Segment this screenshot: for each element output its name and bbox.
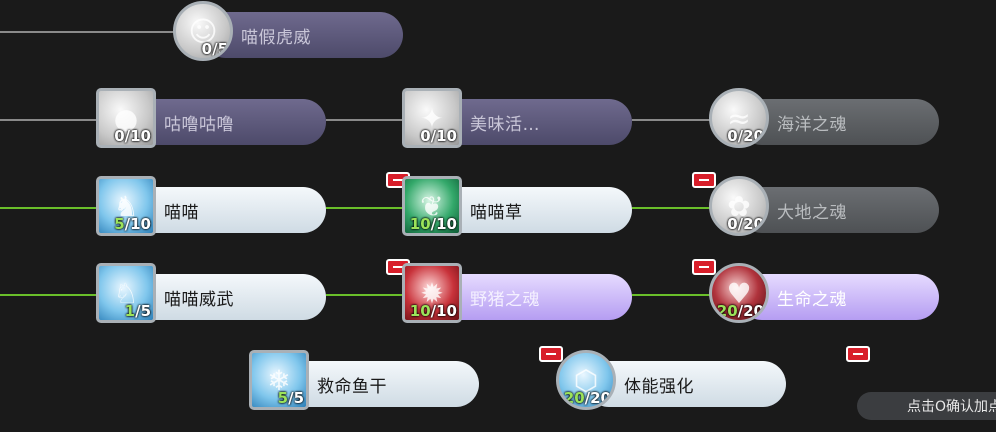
skill-name: 咕噜咕噜 (164, 114, 234, 135)
bubbles-icon: ● 0/10 (96, 88, 156, 148)
minus-point-button[interactable] (846, 346, 870, 362)
skill-node-miao-miao-wei-wu[interactable]: 喵喵威武 ♘ 1/5 (96, 259, 410, 327)
skill-link-line (0, 294, 100, 296)
skill-level: 5/5 (277, 389, 304, 407)
skill-level: 0/5 (201, 40, 228, 58)
skill-name: 体能强化 (624, 376, 694, 397)
skill-level: 0/10 (420, 127, 457, 145)
skill-name-bar: 救命鱼干 (279, 361, 479, 407)
skill-node-sheng-ming-zhi-hun[interactable]: 生命之魂 ♥ 20/20 (709, 263, 996, 327)
wave-icon: ≈ 0/20 (709, 88, 769, 148)
skill-level: 0/20 (727, 127, 764, 145)
cat-pounce-icon: ♘ 1/5 (96, 263, 156, 323)
skill-link-line (0, 119, 100, 121)
skill-name: 野猪之魂 (470, 289, 540, 310)
skill-level: 20/20 (716, 302, 764, 320)
skill-node-ye-zhu-zhi-hun[interactable]: 野猪之魂 ✹ 10/10 (402, 259, 716, 327)
body-shield-icon: ⬡ 20/20 (556, 350, 616, 410)
confirm-points-hint[interactable]: 点击O确认加点 (857, 392, 996, 420)
skill-link-line (0, 207, 100, 209)
cat-face-icon: ☺ 0/5 (173, 1, 233, 61)
skill-name-bar: 喵假虎威 (203, 12, 403, 58)
flower-icon: ✿ 0/20 (709, 176, 769, 236)
skill-name-bar: 咕噜咕噜 (126, 99, 326, 145)
skill-name: 大地之魂 (777, 202, 847, 223)
skill-node-mei-wei-huo[interactable]: 美味活… ✦ 0/10 (402, 88, 712, 152)
skill-name-bar: 海洋之魂 (739, 99, 939, 145)
skill-name-bar: 野猪之魂 (432, 274, 632, 320)
skill-name-bar: 喵喵 (126, 187, 326, 233)
skill-level: 20/20 (563, 389, 611, 407)
skill-name-bar: 生命之魂 (739, 274, 939, 320)
dried-fish-icon: ❄ 5/5 (249, 350, 309, 410)
skill-name: 生命之魂 (777, 289, 847, 310)
skill-name: 喵假虎威 (241, 27, 311, 48)
skill-node-hai-yang-zhi-hun[interactable]: 海洋之魂 ≈ 0/20 (709, 88, 996, 152)
heart-icon: ♥ 20/20 (709, 263, 769, 323)
skill-node-miao-jia-hu-wei[interactable]: 喵假虎威 ☺ 0/5 (173, 1, 483, 65)
skill-level: 1/5 (124, 302, 151, 320)
skill-name: 救命鱼干 (317, 376, 387, 397)
skill-name: 美味活… (470, 114, 540, 135)
skill-level: 10/10 (409, 302, 457, 320)
boar-icon: ✹ 10/10 (402, 263, 462, 323)
skill-node-jiu-ming-yu-gan[interactable]: 救命鱼干 ❄ 5/5 (249, 346, 563, 414)
catnip-leaf-icon: ❦ 10/10 (402, 176, 462, 236)
skill-name-bar: 大地之魂 (739, 187, 939, 233)
skill-name: 喵喵草 (470, 202, 523, 223)
skill-level: 0/10 (114, 127, 151, 145)
fish-school-icon: ✦ 0/10 (402, 88, 462, 148)
skill-level: 0/20 (727, 215, 764, 233)
skill-name-bar: 美味活… (432, 99, 632, 145)
cats-icon: ♞ 5/10 (96, 176, 156, 236)
skill-name-bar: 体能强化 (586, 361, 786, 407)
skill-node-ti-neng-qiang-hua[interactable]: 体能强化 ⬡ 20/20 (556, 346, 870, 414)
skill-name-bar: 喵喵威武 (126, 274, 326, 320)
skill-link-line (0, 31, 180, 33)
skill-node-miao-miao-cao[interactable]: 喵喵草 ❦ 10/10 (402, 172, 716, 240)
skill-level: 10/10 (409, 215, 457, 233)
skill-name: 喵喵 (164, 202, 199, 223)
skill-node-da-di-zhi-hun[interactable]: 大地之魂 ✿ 0/20 (709, 176, 996, 240)
skill-name: 喵喵威武 (164, 289, 234, 310)
skill-node-miao-miao[interactable]: 喵喵 ♞ 5/10 (96, 172, 410, 240)
skill-name: 海洋之魂 (777, 114, 847, 135)
skill-name-bar: 喵喵草 (432, 187, 632, 233)
skill-node-gu-lu-gu-lu[interactable]: 咕噜咕噜 ● 0/10 (96, 88, 406, 152)
skill-level: 5/10 (114, 215, 151, 233)
